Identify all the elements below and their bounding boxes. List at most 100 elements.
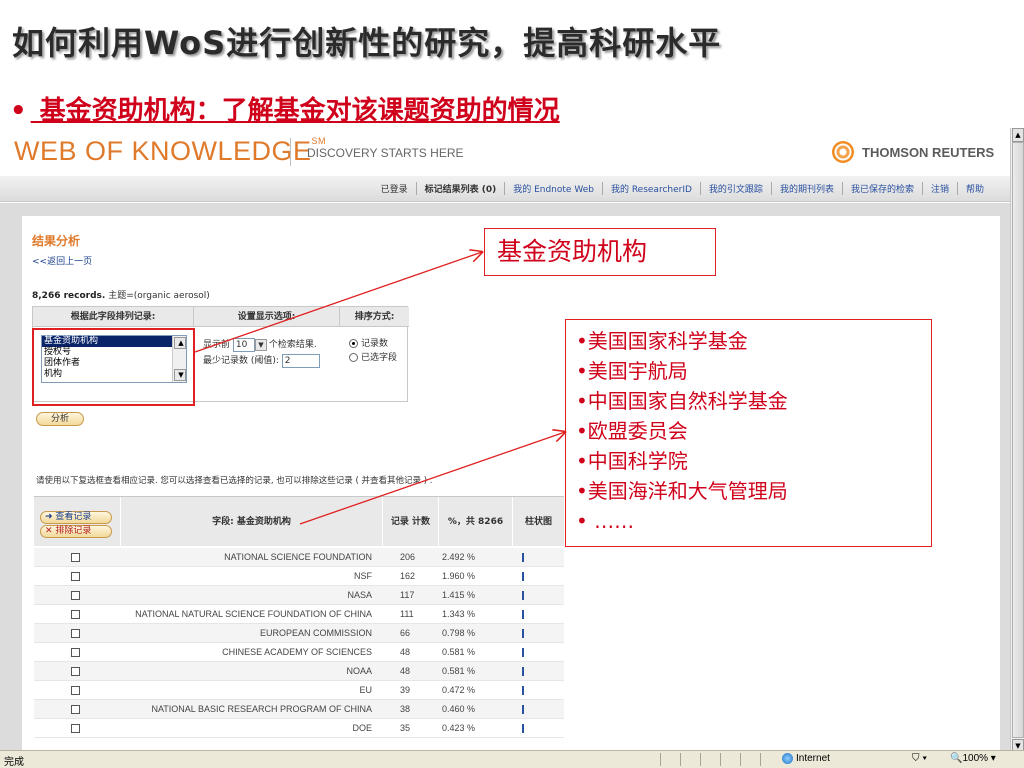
thomson-reuters-logo: THOMSON REUTERS: [832, 141, 994, 163]
table-row: NATIONAL SCIENCE FOUNDATION 206 2.492 %: [34, 548, 564, 567]
sort-record-count-radio[interactable]: [349, 339, 358, 348]
min-records-input[interactable]: 2: [281, 353, 320, 368]
funding-agency-callout: 基金资助机构: [484, 228, 716, 276]
agency-item: •美国宇航局: [576, 359, 688, 383]
row-checkbox[interactable]: [71, 553, 80, 562]
bullet-dot: •: [10, 96, 27, 126]
nav-journal-list[interactable]: 我的期刊列表: [770, 182, 842, 195]
nav-endnote[interactable]: 我的 Endnote Web: [504, 182, 602, 195]
row-checkbox[interactable]: [71, 667, 80, 676]
agency-item: •中国国家自然科学基金: [576, 389, 788, 413]
row-name: NSF: [354, 571, 372, 581]
field-column-header: 字段: 基金资助机构: [120, 497, 382, 547]
records-count: 8,266 records.: [32, 291, 106, 301]
row-bar: [522, 686, 524, 695]
count-column-header: 记录 计数: [382, 497, 438, 547]
thomson-reuters-text: THOMSON REUTERS: [862, 144, 995, 160]
results-rows: NATIONAL SCIENCE FOUNDATION 206 2.492 % NS…: [34, 548, 564, 738]
status-bar: 完成 Internet ⛉ ▾ 🔍100% ▾: [0, 750, 1024, 768]
page-scrollbar[interactable]: ▲ ▼: [1010, 128, 1024, 753]
row-name: NOAA: [346, 666, 372, 676]
row-checkbox[interactable]: [71, 724, 80, 733]
results-table-header: ➜ 查看记录 ✕ 排除记录 字段: 基金资助机构 记录 计数 %，共 8266 …: [34, 496, 564, 547]
nav-marked-list[interactable]: 标记结果列表 (0): [415, 182, 505, 195]
row-name: NATIONAL BASIC RESEARCH PROGRAM OF CHINA: [151, 704, 372, 714]
wok-logo-mark: SM: [311, 136, 327, 146]
row-checkbox[interactable]: [71, 648, 80, 657]
show-top-select[interactable]: 10: [232, 337, 255, 352]
row-count: 38: [400, 704, 411, 714]
nav-logout[interactable]: 注销: [921, 182, 957, 195]
show-top-suffix: 个检索结果.: [268, 340, 317, 350]
zone-label: Internet: [796, 753, 830, 765]
display-options: 显示前 10 ▼ 个检索结果. 最少记录数 (阈值): 2: [203, 337, 320, 369]
slide-bullet: • 基金资助机构：了解基金对该课题资助的情况: [10, 90, 560, 127]
chevron-down-icon[interactable]: ▼: [254, 338, 267, 351]
highlight-box: [32, 328, 195, 406]
row-count: 117: [400, 590, 415, 600]
row-bar: [522, 648, 524, 657]
sort-options: 记录数 已选字段: [349, 337, 397, 365]
status-panes: [660, 753, 780, 766]
table-row: EUROPEAN COMMISSION 66 0.798 %: [34, 624, 564, 643]
agency-item: •中国科学院: [576, 449, 688, 473]
protected-mode-icon[interactable]: ⛉ ▾: [912, 753, 927, 764]
row-name: NATIONAL NATURAL SCIENCE FOUNDATION OF C…: [135, 609, 372, 619]
view-records-button[interactable]: ➜ 查看记录: [40, 511, 112, 524]
nav-researcherid[interactable]: 我的 ResearcherID: [601, 182, 700, 195]
nav-logged-in: 已登录: [380, 185, 408, 195]
wok-logo[interactable]: WEB OF KNOWLEDGESM: [14, 136, 326, 167]
row-percent: 0.581 %: [442, 647, 476, 657]
row-bar: [522, 667, 524, 676]
exclude-records-button[interactable]: ✕ 排除记录: [40, 525, 112, 538]
row-checkbox[interactable]: [71, 610, 80, 619]
display-options-header: 设置显示选项:: [193, 307, 339, 327]
row-count: 111: [400, 609, 414, 619]
row-checkbox[interactable]: [71, 705, 80, 714]
agency-item: •美国海洋和大气管理局: [576, 479, 788, 503]
row-percent: 0.472 %: [442, 685, 476, 695]
table-row: NSF 162 1.960 %: [34, 567, 564, 586]
nav-links: 已登录 标记结果列表 (0) 我的 Endnote Web 我的 Researc…: [373, 182, 992, 195]
agency-item: •欧盟委员会: [576, 419, 688, 443]
row-name: EU: [359, 685, 372, 695]
row-name: NATIONAL SCIENCE FOUNDATION: [224, 552, 372, 562]
table-row: NOAA 48 0.581 %: [34, 662, 564, 681]
nav-citation-alerts[interactable]: 我的引文跟踪: [699, 182, 771, 195]
min-records-label: 最少记录数 (阈值):: [203, 356, 279, 366]
row-checkbox[interactable]: [71, 591, 80, 600]
zoom-value: 100%: [962, 753, 989, 764]
analyze-button[interactable]: 分析: [36, 412, 84, 426]
row-checkbox[interactable]: [71, 686, 80, 695]
row-checkbox[interactable]: [71, 629, 80, 638]
row-count: 48: [400, 666, 411, 676]
row-percent: 1.343 %: [442, 609, 476, 619]
nav-help[interactable]: 帮助: [956, 182, 992, 195]
row-count: 35: [400, 723, 411, 733]
row-percent: 0.460 %: [442, 704, 476, 714]
nav-bar: 已登录 标记结果列表 (0) 我的 Endnote Web 我的 Researc…: [0, 176, 1010, 202]
row-count: 39: [400, 685, 411, 695]
header-divider: [290, 138, 291, 166]
back-link[interactable]: <<返回上一页: [32, 254, 92, 267]
row-bar: [522, 553, 524, 562]
bullet-text: 基金资助机构：了解基金对该课题资助的情况: [30, 96, 560, 126]
zoom-icon: 🔍: [950, 753, 963, 764]
row-checkbox[interactable]: [71, 572, 80, 581]
row-bar: [522, 591, 524, 600]
sort-selected-field-radio[interactable]: [349, 353, 358, 362]
row-name: CHINESE ACADEMY OF SCIENCES: [222, 647, 372, 657]
row-percent: 1.415 %: [442, 590, 476, 600]
scrollbar-thumb[interactable]: [1012, 142, 1024, 738]
row-percent: 1.960 %: [442, 571, 476, 581]
zoom-level[interactable]: 🔍100% ▾: [950, 753, 996, 764]
rank-by-field-header: 根据此字段排列记录:: [33, 307, 193, 327]
agency-item: •美国国家科学基金: [576, 329, 748, 353]
nav-saved-searches[interactable]: 我已保存的检索: [841, 182, 922, 195]
instruction-text: 请使用以下复选框查看相应记录. 您可以选择查看已选择的记录, 也可以排除这些记录…: [36, 476, 433, 486]
page-title: 结果分析: [32, 234, 81, 248]
scroll-up-icon[interactable]: ▲: [1012, 128, 1024, 142]
row-count: 206: [400, 552, 416, 562]
table-row: NATIONAL NATURAL SCIENCE FOUNDATION OF C…: [34, 605, 564, 624]
row-count: 162: [400, 571, 416, 581]
